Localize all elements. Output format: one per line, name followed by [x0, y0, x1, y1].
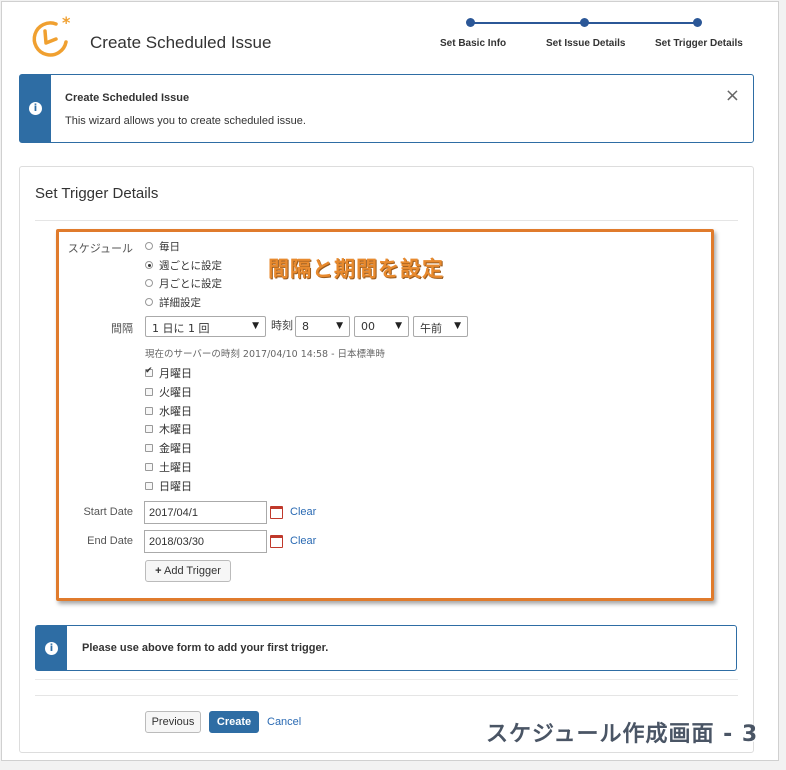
create-button[interactable]: Create — [209, 711, 259, 733]
step-label-trigger-details: Set Trigger Details — [655, 38, 743, 49]
schedule-option-label: 毎日 — [159, 240, 180, 253]
annotation-text: 間隔と期間を設定 — [268, 257, 444, 281]
minute-select[interactable]: 00 ▼ — [354, 316, 409, 337]
plus-icon: + — [155, 565, 162, 577]
day-sunday[interactable]: 日曜日 — [145, 478, 192, 494]
end-date-clear-link[interactable]: Clear — [290, 535, 316, 547]
info-bar: i — [20, 75, 51, 142]
step-dot-trigger-details — [693, 18, 702, 27]
calendar-icon[interactable] — [270, 535, 283, 548]
wizard-steps: Set Basic Info Set Issue Details Set Tri… — [430, 14, 760, 54]
minute-value: 00 — [361, 320, 375, 333]
radio-daily[interactable] — [145, 242, 153, 250]
server-time-hint: 現在のサーバーの時刻 2017/04/10 14:58 - 日本標準時 — [145, 349, 386, 360]
step-label-issue-details: Set Issue Details — [546, 38, 626, 49]
footer-divider — [35, 695, 738, 696]
start-date-input[interactable] — [144, 501, 267, 524]
checkbox-sunday[interactable] — [145, 482, 153, 490]
start-date-label: Start Date — [83, 506, 133, 518]
day-label: 火曜日 — [159, 386, 192, 399]
interval-value: 1 日に 1 回 — [152, 322, 210, 335]
step-dot-basic-info — [466, 18, 475, 27]
schedule-option-daily[interactable]: 毎日 — [145, 238, 180, 254]
interval-label: 間隔 — [111, 322, 133, 335]
step-dot-issue-details — [580, 18, 589, 27]
schedule-option-label: 詳細設定 — [159, 296, 201, 309]
chevron-down-icon: ▼ — [395, 321, 402, 331]
day-tuesday[interactable]: 火曜日 — [145, 384, 192, 400]
schedule-option-weekly[interactable]: 週ごとに設定 — [145, 257, 222, 273]
day-label: 木曜日 — [159, 423, 192, 436]
svg-text:*: * — [62, 13, 71, 32]
day-label: 土曜日 — [159, 461, 192, 474]
info-title: Create Scheduled Issue — [65, 92, 190, 104]
day-label: 水曜日 — [159, 405, 192, 418]
chevron-down-icon: ▼ — [336, 321, 343, 331]
schedule-option-advanced[interactable]: 詳細設定 — [145, 294, 201, 310]
end-date-input[interactable] — [144, 530, 267, 553]
radio-advanced[interactable] — [145, 298, 153, 306]
previous-button[interactable]: Previous — [145, 711, 201, 733]
card-title: Set Trigger Details — [35, 185, 159, 202]
info-panel: i Create Scheduled Issue This wizard all… — [19, 74, 754, 143]
ampm-value: 午前 — [420, 322, 442, 335]
cancel-link[interactable]: Cancel — [267, 716, 301, 728]
day-thursday[interactable]: 木曜日 — [145, 421, 192, 437]
checkbox-friday[interactable] — [145, 444, 153, 452]
checkbox-tuesday[interactable] — [145, 388, 153, 396]
step-label-basic-info: Set Basic Info — [440, 38, 507, 49]
checkbox-thursday[interactable] — [145, 425, 153, 433]
hour-select[interactable]: 8 ▼ — [295, 316, 350, 337]
schedule-option-label: 週ごとに設定 — [159, 259, 222, 272]
day-label: 日曜日 — [159, 480, 192, 493]
checkbox-monday[interactable] — [145, 366, 153, 377]
checkbox-saturday[interactable] — [145, 463, 153, 471]
info-icon: i — [45, 642, 58, 655]
schedule-option-monthly[interactable]: 月ごとに設定 — [145, 275, 222, 291]
day-wednesday[interactable]: 水曜日 — [145, 403, 192, 419]
page-title: Create Scheduled Issue — [90, 33, 272, 52]
info-icon: i — [29, 102, 42, 115]
card-divider — [35, 220, 738, 221]
chevron-down-icon: ▼ — [252, 321, 259, 331]
panel-bottom-divider — [35, 679, 738, 680]
day-friday[interactable]: 金曜日 — [145, 440, 192, 456]
ampm-select[interactable]: 午前 ▼ — [413, 316, 468, 337]
day-monday[interactable]: 月曜日 — [145, 365, 192, 381]
info-text: This wizard allows you to create schedul… — [65, 115, 306, 127]
add-trigger-button[interactable]: + Add Trigger — [145, 560, 231, 582]
chevron-down-icon: ▼ — [454, 321, 461, 331]
schedule-label: スケジュール — [67, 242, 133, 255]
close-icon[interactable]: × — [725, 87, 740, 105]
calendar-icon[interactable] — [270, 506, 283, 519]
radio-weekly[interactable] — [145, 261, 153, 269]
add-trigger-label: Add Trigger — [164, 565, 221, 577]
trigger-notice-bar: i — [36, 626, 67, 670]
radio-monthly[interactable] — [145, 279, 153, 287]
time-label: 時刻 — [271, 319, 293, 332]
day-label: 金曜日 — [159, 442, 192, 455]
day-label: 月曜日 — [159, 367, 192, 380]
logo-icon: * — [32, 13, 71, 57]
trigger-notice-text: Please use above form to add your first … — [82, 642, 329, 654]
checkbox-wednesday[interactable] — [145, 407, 153, 415]
hour-value: 8 — [302, 320, 309, 333]
trigger-notice-panel: i Please use above form to add your firs… — [35, 625, 737, 671]
end-date-label: End Date — [87, 535, 133, 547]
day-saturday[interactable]: 土曜日 — [145, 459, 192, 475]
start-date-clear-link[interactable]: Clear — [290, 506, 316, 518]
schedule-option-label: 月ごとに設定 — [159, 277, 222, 290]
interval-select[interactable]: 1 日に 1 回 ▼ — [145, 316, 266, 337]
screen-caption: スケジュール作成画面 - 3 — [486, 722, 759, 747]
